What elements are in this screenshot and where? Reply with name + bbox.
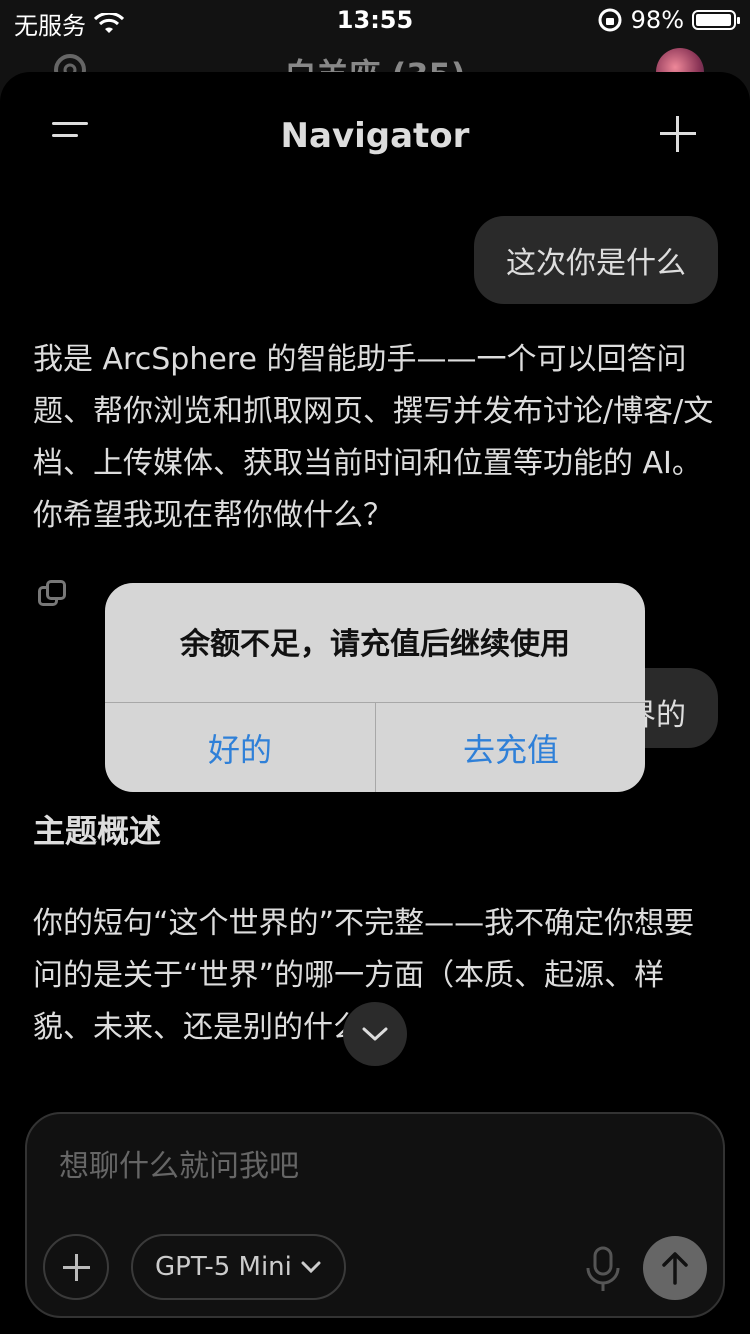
alert-message: 余额不足，请充值后继续使用 [180,627,570,662]
ok-button[interactable]: 好的 [105,703,375,792]
alert-dialog: 余额不足，请充值后继续使用 好的 去充值 [105,583,645,792]
recharge-button[interactable]: 去充值 [376,703,645,792]
modal-overlay: 余额不足，请充值后继续使用 好的 去充值 [0,0,750,1334]
